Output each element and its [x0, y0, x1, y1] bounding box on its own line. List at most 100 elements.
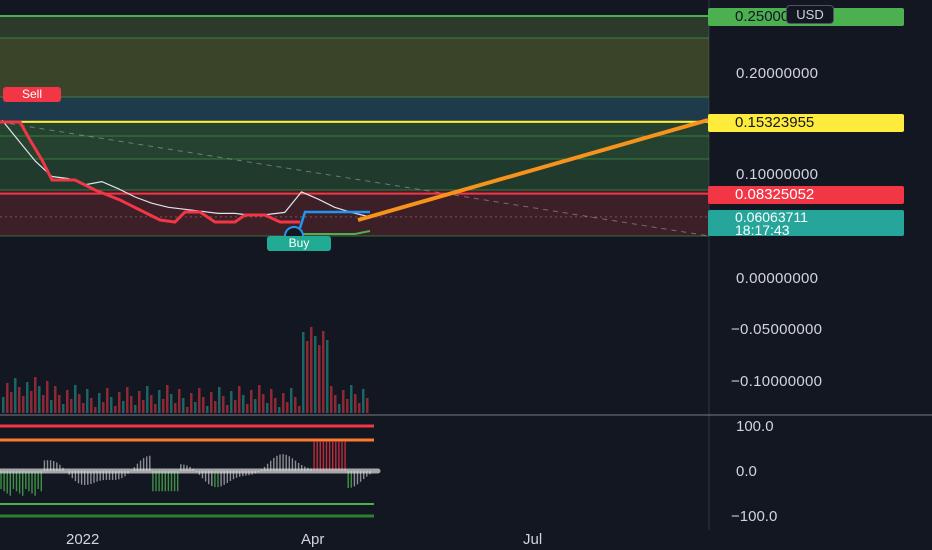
- volume-bar: [290, 388, 293, 413]
- fib-zone: [0, 159, 709, 190]
- resistance-price-badge: 0.15323955: [708, 114, 904, 132]
- volume-bar: [110, 397, 113, 413]
- volume-bar: [94, 407, 97, 413]
- volume-bar: [178, 389, 181, 413]
- volume-bar: [322, 331, 325, 413]
- volume-bar: [2, 397, 5, 413]
- volume-bar: [106, 388, 109, 413]
- volume-bar: [282, 393, 285, 413]
- volume-bar: [54, 386, 57, 413]
- volume-bar: [170, 394, 173, 413]
- volume-bar: [238, 386, 241, 413]
- bar-countdown: 18:17:43: [735, 222, 790, 238]
- volume-bar: [330, 386, 333, 413]
- volume-bar: [298, 406, 301, 413]
- volume-bar: [14, 378, 17, 413]
- volume-bar: [6, 383, 9, 413]
- volume-bar: [198, 388, 201, 413]
- time-axis-label: Jul: [523, 531, 543, 548]
- volume-bar: [258, 385, 261, 413]
- volume-bar: [362, 389, 365, 413]
- volume-bar: [34, 377, 37, 413]
- volume-bar: [266, 403, 269, 413]
- volume-bar: [210, 392, 213, 413]
- volume-bar: [138, 391, 141, 413]
- volume-bar: [250, 390, 253, 413]
- volume-bar: [146, 386, 149, 413]
- volume-bar: [218, 387, 221, 413]
- volume-bar: [134, 405, 137, 413]
- volume-bar: [306, 341, 309, 413]
- support-price-badge: 0.08325052: [708, 186, 904, 204]
- volume-bar: [186, 407, 189, 413]
- volume-bar: [182, 398, 185, 413]
- price-axis-label: −0.10000000: [731, 373, 823, 390]
- volume-bar: [38, 386, 41, 413]
- volume-bar: [18, 387, 21, 413]
- volume-bar: [98, 393, 101, 413]
- volume-bar: [10, 392, 13, 413]
- price-axis-label: 0.20000000: [736, 65, 819, 82]
- fib-zone: [0, 16, 709, 38]
- volume-bar: [214, 401, 217, 413]
- fib-zone: [0, 121, 709, 159]
- volume-bar: [286, 402, 289, 413]
- volume-bar: [90, 398, 93, 413]
- volume-bar: [350, 385, 353, 413]
- chart-workspace[interactable]: 0.25000009 USD 0.20000000 0.15323955 0.1…: [0, 0, 932, 550]
- oscillator-axis-label: −100.0: [731, 508, 778, 525]
- volume-bar: [314, 336, 317, 413]
- volume-bar: [202, 397, 205, 413]
- volume-bar: [142, 400, 145, 413]
- volume-bar: [310, 327, 313, 413]
- volume-bar: [162, 399, 165, 413]
- price-axis-label: −0.05000000: [731, 321, 823, 338]
- volume-bar: [338, 404, 341, 413]
- volume-bar: [42, 395, 45, 413]
- volume-bar: [174, 403, 177, 413]
- volume-bar: [326, 340, 329, 413]
- volume-bar: [158, 390, 161, 413]
- volume-bar: [118, 392, 121, 413]
- volume-bar: [346, 399, 349, 413]
- volume-bar: [274, 398, 277, 413]
- volume-bar: [302, 332, 305, 413]
- volume-bar: [294, 397, 297, 413]
- volume-bar: [262, 394, 265, 413]
- volume-bar: [78, 394, 81, 413]
- volume-bar: [166, 385, 169, 413]
- last-price-badge: 0.06063711 18:17:43: [708, 210, 904, 238]
- volume-bar: [222, 396, 225, 413]
- oscillator-axis-label: 0.0: [736, 463, 757, 480]
- volume-bar: [318, 345, 321, 413]
- buy-signal-label: Buy: [267, 236, 331, 251]
- volume-bar: [122, 401, 125, 413]
- volume-bar: [226, 405, 229, 413]
- volume-bar: [278, 407, 281, 413]
- volume-bar: [62, 404, 65, 413]
- time-axis-label: 2022: [66, 531, 100, 548]
- currency-button[interactable]: USD: [786, 5, 834, 24]
- volume-bar: [74, 385, 77, 413]
- oscillator-axis-label: 100.0: [736, 418, 774, 435]
- volume-bar: [86, 389, 89, 413]
- volume-bar: [50, 400, 53, 413]
- volume-bar: [242, 395, 245, 413]
- volume-bar: [102, 402, 105, 413]
- price-axis-label: 0.10000000: [736, 166, 819, 183]
- fib-zone: [0, 97, 709, 121]
- volume-bar: [342, 390, 345, 413]
- volume-bar: [230, 391, 233, 413]
- volume-bar: [150, 395, 153, 413]
- volume-bar: [190, 393, 193, 413]
- volume-bar: [254, 399, 257, 413]
- volume-bar: [358, 403, 361, 413]
- sell-signal-label: Sell: [3, 87, 61, 102]
- volume-bar: [26, 382, 29, 413]
- volume-bar: [66, 390, 69, 413]
- volume-bar: [354, 394, 357, 413]
- volume-bar: [154, 404, 157, 413]
- volume-bar: [334, 395, 337, 413]
- fib-zone: [0, 38, 709, 97]
- volume-bar: [194, 402, 197, 413]
